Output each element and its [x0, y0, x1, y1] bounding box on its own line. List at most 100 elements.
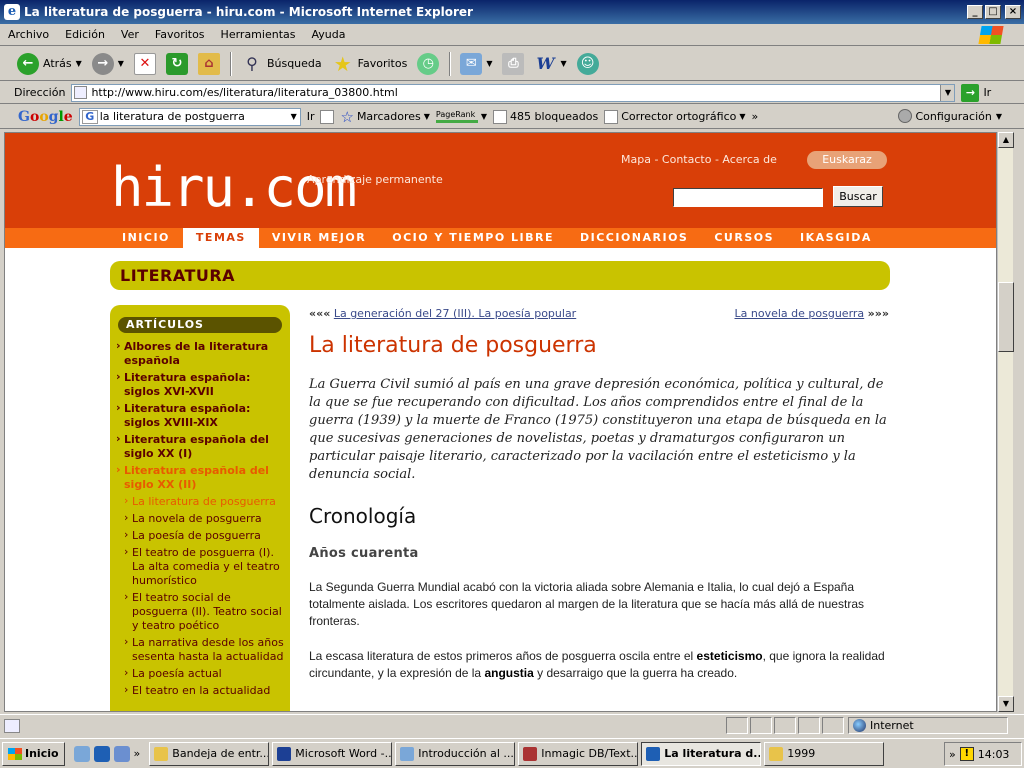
- bookmarks-button[interactable]: ☆ Marcadores ▼: [340, 108, 429, 126]
- taskbar-task[interactable]: 1999: [764, 741, 885, 766]
- warning-icon[interactable]: !: [959, 747, 974, 761]
- outlook-icon[interactable]: [73, 745, 90, 762]
- sidebar-article[interactable]: El teatro de posguerra (I). La alta come…: [110, 545, 290, 590]
- google-search-button[interactable]: Ir: [307, 110, 315, 123]
- menu-herramientas[interactable]: Herramientas: [213, 28, 304, 41]
- settings-button[interactable]: Configuración ▼: [897, 109, 1002, 123]
- prev-article-link[interactable]: La generación del 27 (III). La poesía po…: [334, 307, 576, 320]
- desktop-icon[interactable]: [113, 745, 130, 762]
- sidebar-article[interactable]: La poesía de posguerra: [110, 528, 290, 545]
- more-chevron-button[interactable]: »: [752, 110, 759, 123]
- address-input[interactable]: http://www.hiru.com/es/literatura/litera…: [71, 83, 956, 102]
- site-search-input[interactable]: [673, 188, 823, 207]
- taskbar-task[interactable]: Inmagic DB/Text...: [518, 741, 639, 766]
- scroll-down-button[interactable]: ▼: [998, 696, 1014, 712]
- scroll-up-button[interactable]: ▲: [998, 132, 1014, 148]
- back-button[interactable]: ← Atrás ▼: [14, 51, 85, 77]
- chevron-down-icon: ▼: [75, 59, 82, 68]
- pagerank-label: PageRank: [435, 109, 476, 119]
- sidebar-article[interactable]: El teatro en la actualidad: [110, 683, 290, 700]
- menu-ver[interactable]: Ver: [113, 28, 147, 41]
- menu-archivo[interactable]: Archivo: [0, 28, 57, 41]
- sidebar-article[interactable]: La poesía actual: [110, 666, 290, 683]
- task-app-icon: [154, 746, 169, 761]
- site-tagline: Aprendizaje permanente: [307, 173, 443, 186]
- sidebar-article[interactable]: La novela de posguerra: [110, 511, 290, 528]
- standard-toolbar: ← Atrás ▼ → ▼ ✕ ↻ ⌂ ⚲ Búsqueda ★ Favorit…: [0, 47, 1024, 81]
- nav-inicio[interactable]: INICIO: [109, 228, 183, 248]
- sidebar-article[interactable]: La literatura de posguerra: [110, 494, 290, 511]
- menu-ayuda[interactable]: Ayuda: [303, 28, 353, 41]
- section-heading: Cronología: [309, 504, 417, 528]
- tray-more[interactable]: »: [949, 748, 956, 761]
- forward-button[interactable]: → ▼: [89, 51, 127, 77]
- word-icon: W: [536, 54, 555, 73]
- scroll-thumb[interactable]: [998, 282, 1014, 352]
- settings-label: Configuración: [915, 109, 992, 123]
- refresh-button[interactable]: ↻: [163, 51, 191, 77]
- quick-launch-more[interactable]: »: [134, 747, 141, 760]
- status-cell: [798, 717, 820, 734]
- word-button[interactable]: W ▼: [531, 51, 569, 77]
- messenger-button[interactable]: ☺: [574, 51, 602, 77]
- task-app-icon: [400, 746, 415, 761]
- status-cells: [726, 717, 844, 734]
- google-search-input[interactable]: G la literatura de postguerra ▼: [78, 107, 301, 126]
- taskbar-task[interactable]: Microsoft Word -...: [272, 741, 393, 766]
- mail-button[interactable]: ✉ ▼: [457, 51, 495, 77]
- minimize-button[interactable]: _: [967, 5, 983, 19]
- sidebar-category[interactable]: Literatura española: siglos XVI-XVII: [110, 370, 290, 401]
- language-button[interactable]: Euskaraz: [807, 151, 887, 169]
- taskbar-task[interactable]: Bandeja de entr...: [149, 741, 270, 766]
- home-button[interactable]: ⌂: [195, 51, 223, 77]
- nav-ikasgida[interactable]: IKASGIDA: [787, 228, 885, 248]
- taskbar-task[interactable]: Introducción al ...: [395, 741, 516, 766]
- google-query[interactable]: la literatura de postguerra: [100, 110, 288, 123]
- favorites-label: Favoritos: [357, 57, 408, 70]
- status-cell: [726, 717, 748, 734]
- history-button[interactable]: ◷: [414, 51, 442, 77]
- go-button[interactable]: → Ir: [961, 83, 991, 102]
- sidebar-category[interactable]: Albores de la literatura española: [110, 339, 290, 370]
- vertical-scrollbar[interactable]: ▲ ▼: [997, 132, 1014, 712]
- history-icon: ◷: [417, 52, 440, 75]
- popup-blocker-button[interactable]: 485 bloqueados: [493, 109, 598, 124]
- top-links[interactable]: Mapa - Contacto - Acerca de: [621, 153, 777, 166]
- nav-ocio[interactable]: OCIO Y TIEMPO LIBRE: [379, 228, 567, 248]
- print-button[interactable]: ⎙: [499, 51, 527, 77]
- start-button[interactable]: Inicio: [2, 741, 65, 766]
- next-article-link[interactable]: La novela de posguerra: [735, 307, 865, 320]
- article-intro: La Guerra Civil sumió al país en una gra…: [309, 377, 887, 482]
- address-url[interactable]: http://www.hiru.com/es/literatura/litera…: [91, 86, 936, 99]
- taskbar-task[interactable]: La literatura d...: [641, 741, 762, 766]
- chevron-down-icon: ▼: [117, 59, 124, 68]
- nav-cursos[interactable]: CURSOS: [701, 228, 787, 248]
- favorites-button[interactable]: ★ Favoritos: [329, 51, 411, 77]
- nav-vivir-mejor[interactable]: VIVIR MEJOR: [259, 228, 379, 248]
- sidebar-category[interactable]: Literatura española: siglos XVIII-XIX: [110, 401, 290, 432]
- site-search-button[interactable]: Buscar: [833, 186, 883, 207]
- pagerank-indicator[interactable]: PageRank ▼: [435, 109, 487, 123]
- next-article: La novela de posguerra »»»: [735, 307, 889, 320]
- sidebar-category[interactable]: Literatura española del siglo XX (I): [110, 432, 290, 463]
- sidebar-category[interactable]: Literatura española del siglo XX (II): [110, 463, 290, 494]
- stop-button[interactable]: ✕: [131, 51, 159, 77]
- task-label: Microsoft Word -...: [295, 747, 393, 760]
- google-logo[interactable]: Google: [18, 109, 73, 125]
- site-logo[interactable]: hiru.com: [111, 161, 357, 215]
- google-search-dropdown[interactable]: ▼: [288, 112, 300, 121]
- nav-diccionarios[interactable]: DICCIONARIOS: [567, 228, 701, 248]
- nav-temas[interactable]: TEMAS: [182, 228, 259, 248]
- search-button[interactable]: ⚲ Búsqueda: [238, 51, 325, 77]
- spellcheck-button[interactable]: Corrector ortográfico ▼: [604, 109, 746, 124]
- menu-favoritos[interactable]: Favoritos: [147, 28, 213, 41]
- sidebar-article[interactable]: El teatro social de posguerra (II). Teat…: [110, 590, 290, 635]
- address-dropdown-button[interactable]: ▼: [940, 84, 955, 101]
- sidebar-article[interactable]: La narrativa desde los años sesenta hast…: [110, 635, 290, 666]
- options-icon[interactable]: [320, 109, 335, 124]
- menu-edicion[interactable]: Edición: [57, 28, 113, 41]
- close-button[interactable]: ×: [1005, 5, 1021, 19]
- maximize-button[interactable]: □: [985, 5, 1001, 19]
- ie-icon[interactable]: [93, 745, 110, 762]
- forward-arrow-icon: →: [91, 52, 114, 75]
